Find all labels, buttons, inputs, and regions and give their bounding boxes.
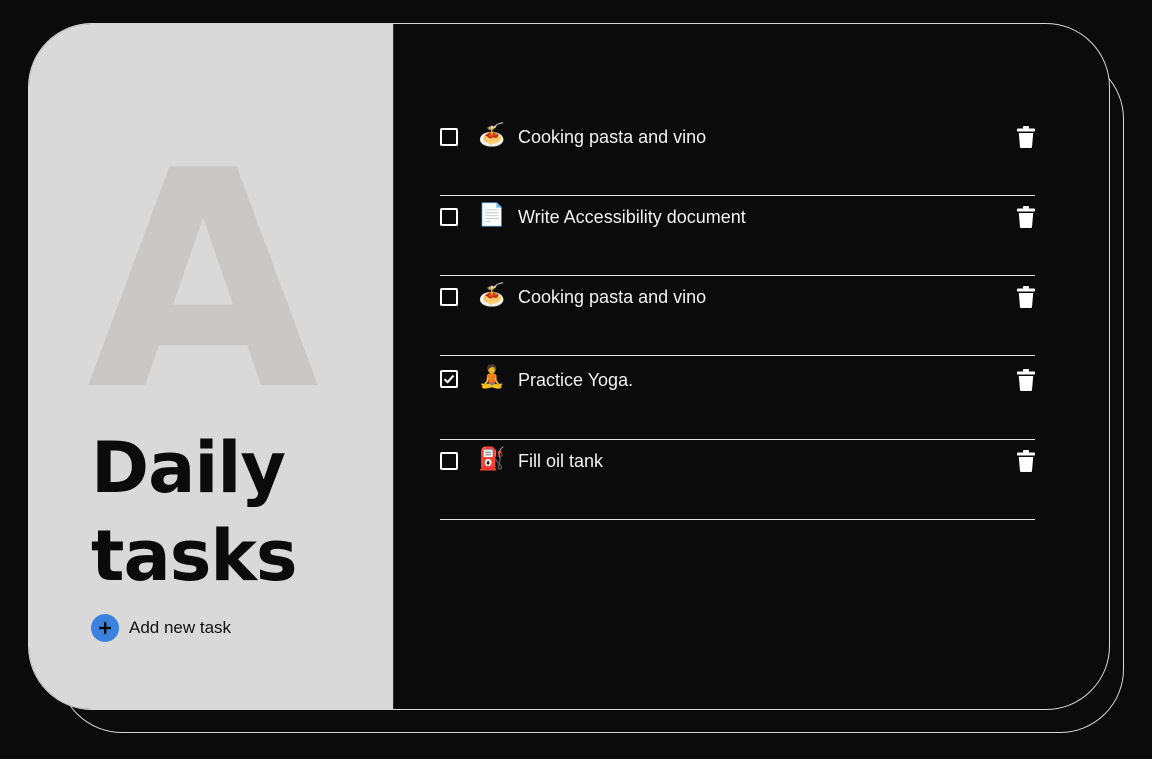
plus-icon (91, 614, 119, 642)
document-icon: 📄 (478, 202, 506, 227)
tasks-card: A Daily tasks Add new task 🍝 Cooking pas… (28, 23, 1110, 710)
panel-divider (393, 24, 394, 709)
trash-icon[interactable] (1017, 126, 1035, 148)
task-row: 📄 Write Accessibility document (440, 196, 1035, 276)
task-row: 🧘 Practice Yoga. (440, 356, 1035, 440)
spaghetti-icon: 🍝 (478, 122, 506, 147)
task-label: Write Accessibility document (518, 207, 746, 227)
task-checkbox[interactable] (440, 128, 458, 146)
yoga-person-icon: 🧘 (478, 364, 506, 389)
fuel-can-icon: ⛽ (478, 446, 506, 471)
sidebar-panel: A Daily tasks Add new task (29, 24, 393, 709)
trash-icon[interactable] (1017, 206, 1035, 228)
add-new-task-label: Add new task (129, 618, 232, 637)
task-checkbox[interactable] (440, 452, 458, 470)
task-label: Fill oil tank (518, 451, 604, 471)
trash-icon[interactable] (1017, 369, 1035, 391)
trash-icon[interactable] (1017, 286, 1035, 308)
task-checkbox-checked[interactable] (440, 370, 458, 388)
task-row: ⛽ Fill oil tank (440, 440, 1035, 520)
trash-icon[interactable] (1017, 450, 1035, 472)
decorative-letter: A (87, 107, 319, 456)
app-stage: A Daily tasks Add new task 🍝 Cooking pas… (0, 0, 1152, 759)
add-new-task-button[interactable]: Add new task (91, 614, 231, 642)
task-row: 🍝 Cooking pasta and vino (440, 276, 1035, 356)
spaghetti-icon: 🍝 (478, 282, 506, 307)
task-label: Practice Yoga. (518, 370, 634, 390)
task-list: 🍝 Cooking pasta and vino 📄 Write Accessi… (440, 116, 1035, 520)
task-label: Cooking pasta and vino (518, 127, 707, 147)
task-row: 🍝 Cooking pasta and vino (440, 116, 1035, 196)
task-checkbox[interactable] (440, 208, 458, 226)
page-title: Daily tasks (91, 427, 298, 597)
task-label: Cooking pasta and vino (518, 287, 707, 307)
task-checkbox[interactable] (440, 288, 458, 306)
